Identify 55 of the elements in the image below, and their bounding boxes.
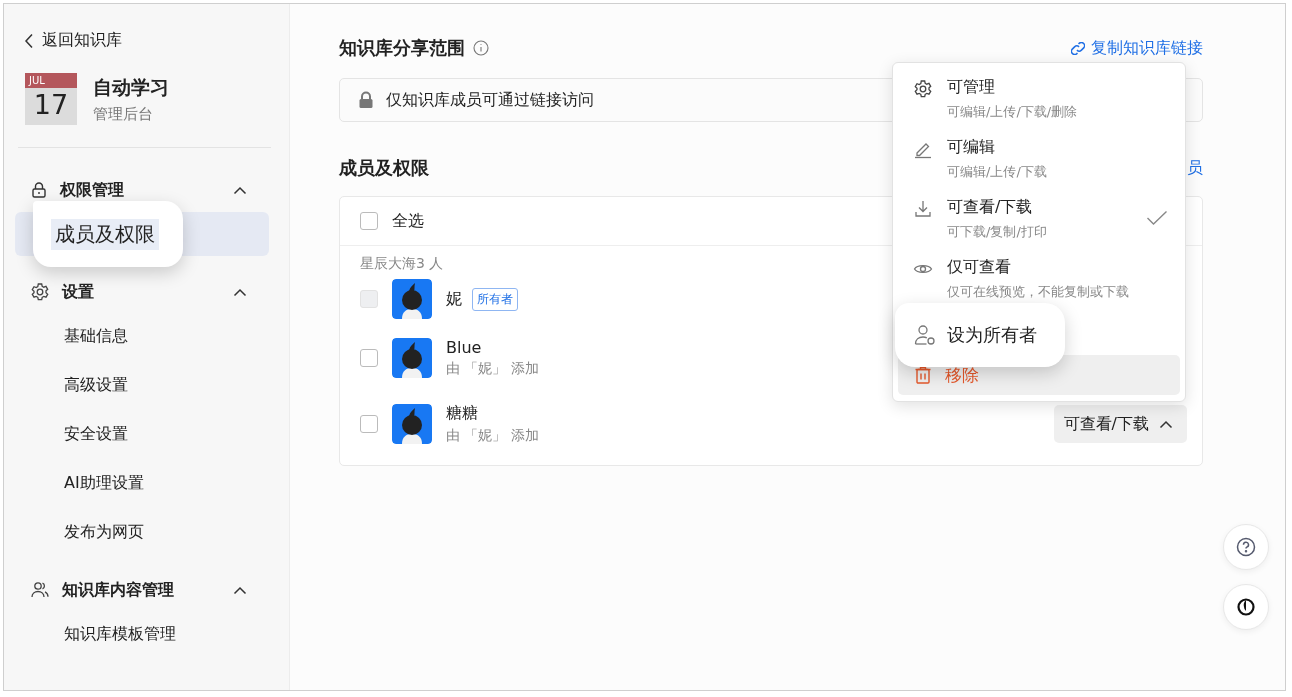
person-icon: [913, 323, 937, 347]
help-button[interactable]: [1223, 524, 1269, 570]
caret-icon[interactable]: [233, 287, 247, 297]
nav-group-label[interactable]: 权限管理: [60, 179, 124, 201]
settings-icon: [30, 282, 50, 302]
permission-option[interactable]: 可查看/下载 可下载/复制/打印: [898, 189, 1180, 249]
caret-icon: [1159, 419, 1173, 429]
nav-group-label[interactable]: 知识库内容管理: [62, 579, 174, 601]
settings-icon: [913, 79, 933, 99]
nav-group-label[interactable]: 设置: [62, 281, 94, 303]
nav-item[interactable]: 成员及权限: [51, 218, 159, 250]
avatar: [392, 404, 432, 444]
contrast-icon: [1236, 597, 1256, 617]
owner-badge: 所有者: [472, 287, 518, 311]
people-icon: [30, 580, 50, 600]
member-name: 糖糖: [446, 403, 478, 424]
copy-link[interactable]: 复制知识库链接: [1071, 37, 1203, 59]
subtitle: 管理后台: [93, 104, 154, 124]
info-icon: [473, 40, 489, 56]
added-by-note: 由 「妮」 添加: [446, 360, 539, 378]
nav-item[interactable]: 基础信息: [64, 325, 128, 347]
section-title: 知识库分享范围: [339, 36, 465, 60]
avatar: [392, 338, 432, 378]
calendar-icon: JUL 17: [25, 73, 77, 125]
checkbox[interactable]: [360, 415, 378, 433]
avatar: [392, 279, 432, 319]
menu-item[interactable]: 设为所有者: [913, 323, 1037, 347]
lock-icon: [30, 181, 48, 199]
permission-dropdown[interactable]: 可查看/下载: [1053, 405, 1187, 443]
lock-icon: [358, 91, 374, 109]
member-name: 妮: [446, 288, 462, 310]
member-name: Blue: [446, 338, 482, 357]
section-title: 成员及权限: [339, 156, 429, 180]
group-label: 星辰大海3 人: [360, 255, 444, 271]
permission-option[interactable]: 可编辑 可编辑/上传/下载: [898, 129, 1180, 189]
knowledge-base-title: 自动学习: [93, 74, 169, 100]
added-by-note: 由 「妮」 添加: [446, 427, 539, 445]
caret-icon[interactable]: [233, 185, 247, 195]
add-member-link[interactable]: 员: [1187, 157, 1203, 179]
checkbox[interactable]: [360, 212, 378, 230]
nav-item[interactable]: 发布为网页: [64, 521, 144, 543]
checkbox[interactable]: [360, 349, 378, 367]
nav-item[interactable]: AI助理设置: [64, 472, 144, 494]
nav-item[interactable]: 高级设置: [64, 374, 128, 396]
download-icon: [913, 199, 933, 219]
caret-icon[interactable]: [233, 585, 247, 595]
back-link[interactable]: 返回知识库: [24, 30, 122, 51]
theme-button[interactable]: [1223, 584, 1269, 630]
nav-item[interactable]: 知识库模板管理: [64, 623, 176, 645]
trash-icon: [913, 365, 933, 385]
nav-item[interactable]: 安全设置: [64, 423, 128, 445]
select-all-label: 全选: [392, 210, 424, 232]
chevron-left-icon: [24, 32, 34, 49]
link-icon: [1071, 41, 1085, 55]
help-icon: [1236, 537, 1256, 557]
